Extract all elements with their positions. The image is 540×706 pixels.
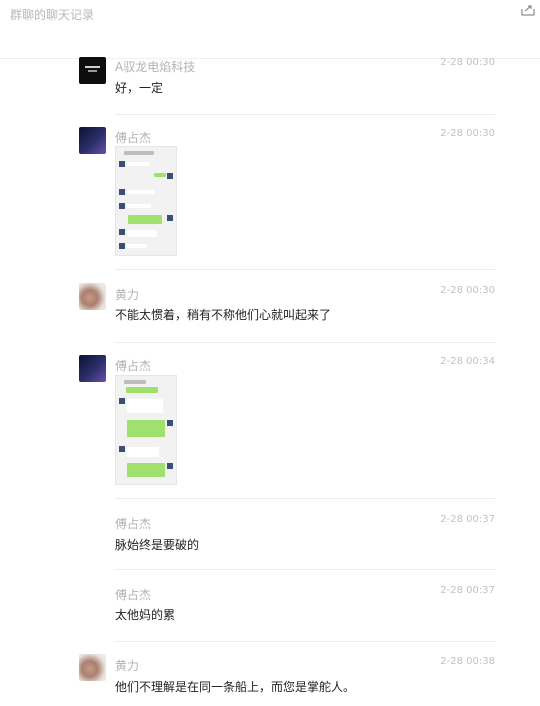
message-time: 2-28 00:30 [440, 285, 495, 296]
title-bar: 群聊的聊天记录 [0, 0, 540, 59]
window-title: 群聊的聊天记录 [10, 8, 95, 22]
sender-name: A驭龙电焰科技 [115, 60, 196, 74]
sender-name: 黄力 [115, 659, 140, 673]
avatar[interactable] [79, 57, 106, 84]
message-time: 2-28 00:37 [440, 585, 495, 596]
divider [115, 498, 495, 499]
message-time: 2-28 00:30 [440, 128, 495, 139]
avatar[interactable] [79, 355, 106, 382]
message-text: 他们不理解是在同一条船上，而您是掌舵人。 [115, 680, 356, 694]
message-text: 好，一定 [115, 81, 164, 95]
share-icon[interactable] [521, 4, 535, 16]
message-item[interactable]: 黄力 2-28 00:30 不能太惯着，稍有不称他们心就叫起来了 [0, 283, 540, 353]
sender-name: 傅占杰 [115, 588, 152, 602]
sender-name: 傅占杰 [115, 359, 152, 373]
message-text: 不能太惯着，稍有不称他们心就叫起来了 [115, 308, 332, 322]
divider [115, 569, 495, 570]
message-item[interactable]: 傅占杰 2-28 00:37 脉始终是要破的 [0, 512, 540, 570]
sender-name: 傅占杰 [115, 131, 152, 145]
message-time: 2-28 00:38 [440, 656, 495, 667]
sender-name: 傅占杰 [115, 517, 152, 531]
message-time: 2-28 00:30 [440, 57, 495, 68]
divider [115, 342, 495, 343]
avatar[interactable] [79, 283, 106, 310]
avatar[interactable] [79, 654, 106, 681]
message-text: 太他妈的累 [115, 608, 176, 622]
message-item[interactable]: 傅占杰 2-28 00:30 [0, 126, 540, 270]
avatar[interactable] [79, 127, 106, 154]
message-time: 2-28 00:37 [440, 514, 495, 525]
message-item[interactable]: 傅占杰 2-28 00:37 太他妈的累 [0, 583, 540, 642]
divider [115, 114, 495, 115]
chat-screenshot-image[interactable] [115, 375, 177, 485]
chat-screenshot-image[interactable] [115, 146, 177, 256]
message-text: 脉始终是要破的 [115, 538, 200, 552]
message-item[interactable]: 傅占杰 2-28 00:34 [0, 354, 540, 499]
message-item[interactable]: 黄力 2-28 00:38 他们不理解是在同一条船上，而您是掌舵人。 [0, 654, 540, 706]
sender-name: 黄力 [115, 288, 140, 302]
divider [115, 269, 495, 270]
message-time: 2-28 00:34 [440, 356, 495, 367]
divider [115, 641, 495, 642]
message-item[interactable]: A驭龙电焰科技 2-28 00:30 好，一定 [0, 56, 540, 126]
